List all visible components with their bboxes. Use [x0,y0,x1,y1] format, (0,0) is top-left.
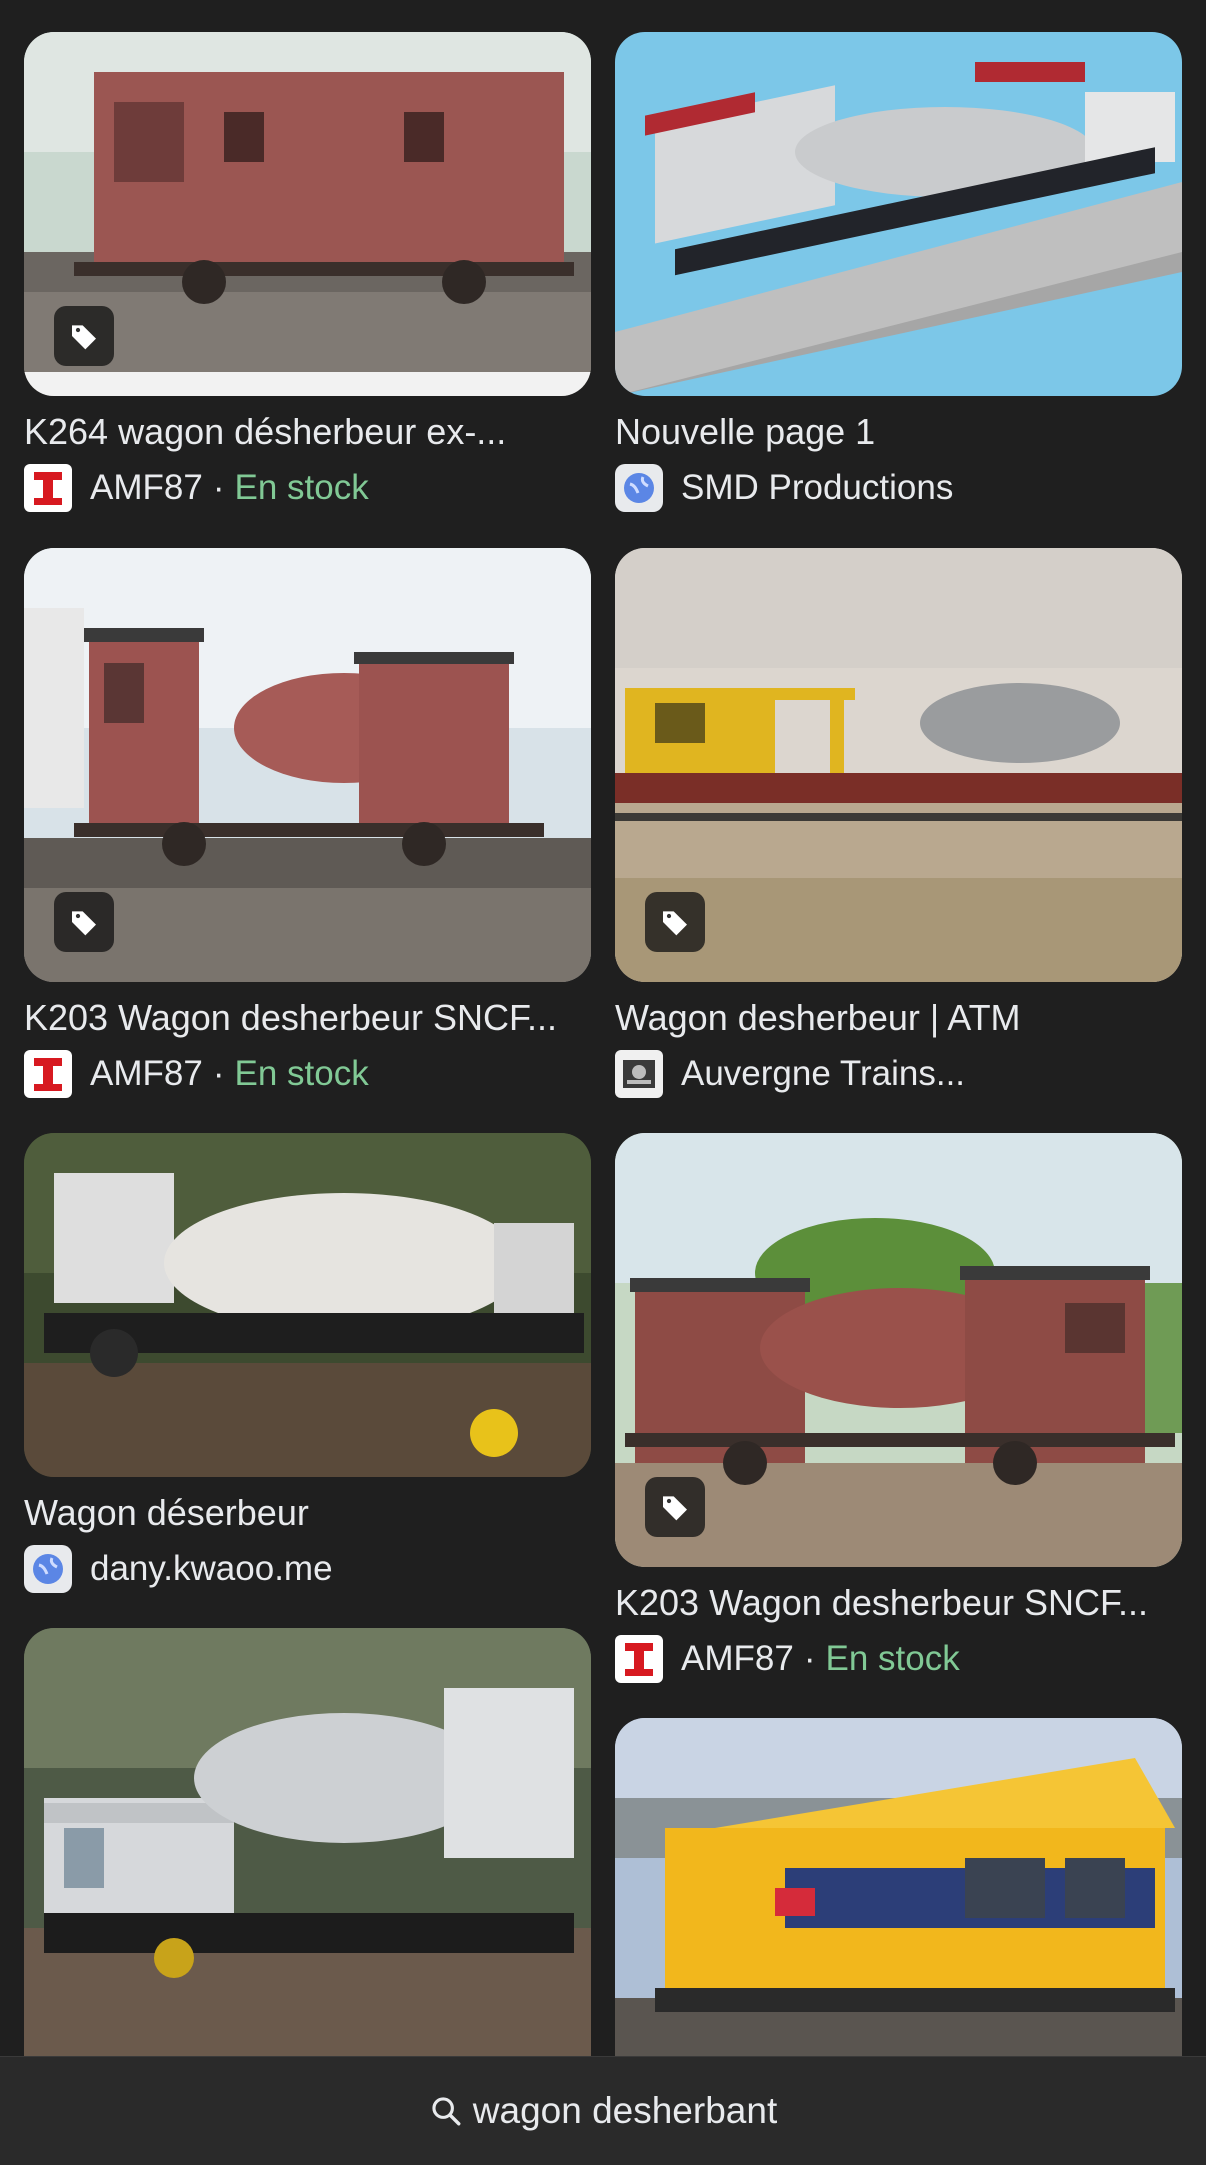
source-name: SMD Productions [681,468,954,507]
source-name: Auvergne Trains... [681,1054,966,1093]
result-title[interactable]: Nouvelle page 1 [615,410,1182,454]
search-bar[interactable]: wagon desherbant [0,2056,1206,2165]
result-card[interactable]: K203 Wagon desherbeur SNCF... AMF87 · En… [24,548,591,1098]
separator: · [212,1054,225,1093]
search-icon [432,2097,461,2126]
result-title[interactable]: K264 wagon désherbeur ex-... [24,410,591,454]
stock-status: En stock [234,1054,369,1093]
source-name: dany.kwaoo.me [90,1549,333,1588]
result-title[interactable]: Wagon desherbeur | ATM [615,996,1182,1040]
result-source[interactable]: AMF87 · En stock [24,464,591,512]
result-thumbnail[interactable] [24,548,591,982]
result-thumbnail[interactable] [615,32,1182,396]
result-card[interactable] [615,1718,1182,2056]
result-source[interactable]: Auvergne Trains... [615,1050,1182,1098]
search-query[interactable]: wagon desherbant [429,2090,777,2132]
result-thumbnail[interactable] [24,32,591,396]
result-card[interactable]: K203 Wagon desherbeur SNCF... AMF87 · En… [615,1133,1182,1683]
source-name: AMF87 [90,468,203,507]
stock-status: En stock [825,1639,960,1678]
separator: · [212,468,225,507]
result-thumbnail[interactable] [24,1628,591,2056]
result-title[interactable]: K203 Wagon desherbeur SNCF... [24,996,591,1040]
result-thumbnail[interactable] [615,1133,1182,1567]
result-source[interactable]: dany.kwaoo.me [24,1545,591,1593]
result-card[interactable]: K264 wagon désherbeur ex-... AMF87 · En … [24,32,591,512]
result-source[interactable]: AMF87 · En stock [24,1050,591,1098]
result-card[interactable] [24,1628,591,2056]
amf87-icon [24,464,72,512]
shopping-tag-icon [54,306,114,366]
result-thumbnail[interactable] [24,1133,591,1477]
separator: · [803,1639,816,1678]
result-thumbnail[interactable] [615,548,1182,982]
atm-icon [615,1050,663,1098]
search-query-text: wagon desherbant [472,2090,778,2131]
result-thumbnail[interactable] [615,1718,1182,2056]
result-title[interactable]: K203 Wagon desherbeur SNCF... [615,1581,1182,1625]
result-source[interactable]: SMD Productions [615,464,1182,512]
source-name: AMF87 [90,1054,203,1093]
shopping-tag-icon [54,892,114,952]
amf87-icon [615,1635,663,1683]
result-card[interactable]: Wagon déserbeur dany.kwaoo.me [24,1133,591,1593]
result-card[interactable]: Wagon desherbeur | ATM Auvergne Trains..… [615,548,1182,1098]
shopping-tag-icon [645,1477,705,1537]
shopping-tag-icon [645,892,705,952]
result-source[interactable]: AMF87 · En stock [615,1635,1182,1683]
source-name: AMF87 [681,1639,794,1678]
result-title[interactable]: Wagon déserbeur [24,1491,591,1535]
result-card[interactable]: Nouvelle page 1 SMD Productions [615,32,1182,512]
globe-icon [24,1545,72,1593]
amf87-icon [24,1050,72,1098]
stock-status: En stock [234,468,369,507]
globe-icon [615,464,663,512]
